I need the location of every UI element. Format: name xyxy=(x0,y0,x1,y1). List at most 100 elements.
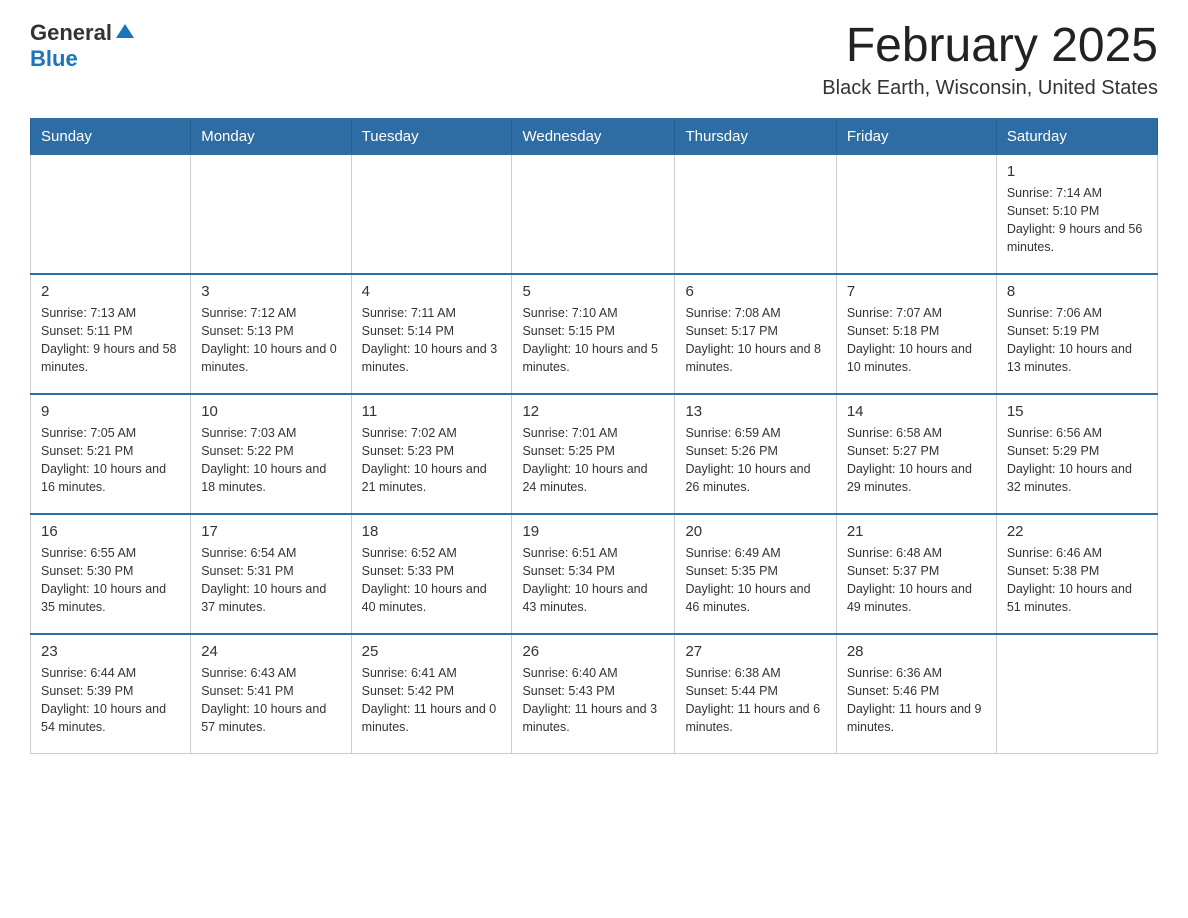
calendar-week-row: 2 Sunrise: 7:13 AMSunset: 5:11 PMDaylight… xyxy=(31,274,1158,394)
day-number: 3 xyxy=(201,283,340,300)
page-header: General Blue February 2025 Black Earth, … xyxy=(30,20,1158,100)
logo-blue: Blue xyxy=(30,46,78,72)
day-number: 16 xyxy=(41,523,180,540)
day-number: 7 xyxy=(847,283,986,300)
day-info: Sunrise: 7:02 AMSunset: 5:23 PMDaylight:… xyxy=(362,424,502,497)
day-info: Sunrise: 6:46 AMSunset: 5:38 PMDaylight:… xyxy=(1007,544,1147,617)
calendar-empty-cell xyxy=(191,154,351,274)
day-info: Sunrise: 6:44 AMSunset: 5:39 PMDaylight:… xyxy=(41,664,180,737)
day-info: Sunrise: 7:10 AMSunset: 5:15 PMDaylight:… xyxy=(522,304,664,377)
calendar-week-row: 9 Sunrise: 7:05 AMSunset: 5:21 PMDaylight… xyxy=(31,394,1158,514)
day-info: Sunrise: 6:43 AMSunset: 5:41 PMDaylight:… xyxy=(201,664,340,737)
day-info: Sunrise: 7:03 AMSunset: 5:22 PMDaylight:… xyxy=(201,424,340,497)
day-number: 25 xyxy=(362,643,502,660)
logo: General Blue xyxy=(30,20,136,72)
calendar-day-cell: 21Sunrise: 6:48 AMSunset: 5:37 PMDayligh… xyxy=(836,514,996,634)
calendar-day-cell: 12 Sunrise: 7:01 AMSunset: 5:25 PMDayligh… xyxy=(512,394,675,514)
calendar-week-row: 1 Sunrise: 7:14 AMSunset: 5:10 PMDaylight… xyxy=(31,154,1158,274)
day-info: Sunrise: 7:05 AMSunset: 5:21 PMDaylight:… xyxy=(41,424,180,497)
day-info: Sunrise: 6:40 AMSunset: 5:43 PMDaylight:… xyxy=(522,664,664,737)
calendar-header-row: SundayMondayTuesdayWednesdayThursdayFrid… xyxy=(31,119,1158,154)
calendar-day-cell: 3 Sunrise: 7:12 AMSunset: 5:13 PMDaylight… xyxy=(191,274,351,394)
day-info: Sunrise: 7:13 AMSunset: 5:11 PMDaylight:… xyxy=(41,304,180,377)
day-info: Sunrise: 7:06 AMSunset: 5:19 PMDaylight:… xyxy=(1007,304,1147,377)
day-info: Sunrise: 6:52 AMSunset: 5:33 PMDaylight:… xyxy=(362,544,502,617)
weekday-header-thursday: Thursday xyxy=(675,119,836,154)
day-number: 5 xyxy=(522,283,664,300)
calendar-day-cell: 14 Sunrise: 6:58 AMSunset: 5:27 PMDayligh… xyxy=(836,394,996,514)
day-info: Sunrise: 7:11 AMSunset: 5:14 PMDaylight:… xyxy=(362,304,502,377)
day-info: Sunrise: 6:36 AMSunset: 5:46 PMDaylight:… xyxy=(847,664,986,737)
title-block: February 2025 Black Earth, Wisconsin, Un… xyxy=(822,20,1158,100)
day-number: 18 xyxy=(362,523,502,540)
day-number: 17 xyxy=(201,523,340,540)
day-number: 15 xyxy=(1007,403,1147,420)
calendar-day-cell: 24 Sunrise: 6:43 AMSunset: 5:41 PMDayligh… xyxy=(191,634,351,754)
calendar-day-cell: 6 Sunrise: 7:08 AMSunset: 5:17 PMDaylight… xyxy=(675,274,836,394)
calendar-day-cell: 27 Sunrise: 6:38 AMSunset: 5:44 PMDayligh… xyxy=(675,634,836,754)
day-number: 11 xyxy=(362,403,502,420)
day-number: 6 xyxy=(685,283,825,300)
calendar-day-cell: 2 Sunrise: 7:13 AMSunset: 5:11 PMDaylight… xyxy=(31,274,191,394)
calendar-empty-cell xyxy=(996,634,1157,754)
calendar-day-cell: 19 Sunrise: 6:51 AMSunset: 5:34 PMDayligh… xyxy=(512,514,675,634)
weekday-header-saturday: Saturday xyxy=(996,119,1157,154)
calendar-day-cell: 28 Sunrise: 6:36 AMSunset: 5:46 PMDayligh… xyxy=(836,634,996,754)
calendar-day-cell: 26 Sunrise: 6:40 AMSunset: 5:43 PMDayligh… xyxy=(512,634,675,754)
day-info: Sunrise: 6:38 AMSunset: 5:44 PMDaylight:… xyxy=(685,664,825,737)
day-info: Sunrise: 6:41 AMSunset: 5:42 PMDaylight:… xyxy=(362,664,502,737)
calendar-empty-cell xyxy=(836,154,996,274)
day-number: 9 xyxy=(41,403,180,420)
logo-general: General xyxy=(30,20,112,46)
day-number: 24 xyxy=(201,643,340,660)
calendar-day-cell: 1 Sunrise: 7:14 AMSunset: 5:10 PMDaylight… xyxy=(996,154,1157,274)
calendar-day-cell: 20Sunrise: 6:49 AMSunset: 5:35 PMDayligh… xyxy=(675,514,836,634)
day-number: 1 xyxy=(1007,163,1147,180)
calendar-day-cell: 17 Sunrise: 6:54 AMSunset: 5:31 PMDayligh… xyxy=(191,514,351,634)
calendar-day-cell: 15 Sunrise: 6:56 AMSunset: 5:29 PMDayligh… xyxy=(996,394,1157,514)
calendar-day-cell: 8Sunrise: 7:06 AMSunset: 5:19 PMDaylight… xyxy=(996,274,1157,394)
calendar-day-cell: 25 Sunrise: 6:41 AMSunset: 5:42 PMDayligh… xyxy=(351,634,512,754)
calendar-day-cell: 13 Sunrise: 6:59 AMSunset: 5:26 PMDayligh… xyxy=(675,394,836,514)
day-number: 28 xyxy=(847,643,986,660)
weekday-header-sunday: Sunday xyxy=(31,119,191,154)
day-info: Sunrise: 7:14 AMSunset: 5:10 PMDaylight:… xyxy=(1007,184,1147,257)
day-number: 12 xyxy=(522,403,664,420)
day-info: Sunrise: 7:01 AMSunset: 5:25 PMDaylight:… xyxy=(522,424,664,497)
logo-icon xyxy=(114,20,136,42)
calendar-day-cell: 10 Sunrise: 7:03 AMSunset: 5:22 PMDayligh… xyxy=(191,394,351,514)
calendar-empty-cell xyxy=(675,154,836,274)
calendar-day-cell: 22 Sunrise: 6:46 AMSunset: 5:38 PMDayligh… xyxy=(996,514,1157,634)
day-number: 27 xyxy=(685,643,825,660)
calendar-day-cell: 4Sunrise: 7:11 AMSunset: 5:14 PMDaylight… xyxy=(351,274,512,394)
day-info: Sunrise: 6:51 AMSunset: 5:34 PMDaylight:… xyxy=(522,544,664,617)
calendar-week-row: 16 Sunrise: 6:55 AMSunset: 5:30 PMDayligh… xyxy=(31,514,1158,634)
calendar-empty-cell xyxy=(31,154,191,274)
day-info: Sunrise: 6:59 AMSunset: 5:26 PMDaylight:… xyxy=(685,424,825,497)
day-info: Sunrise: 7:08 AMSunset: 5:17 PMDaylight:… xyxy=(685,304,825,377)
day-number: 22 xyxy=(1007,523,1147,540)
day-number: 10 xyxy=(201,403,340,420)
day-number: 13 xyxy=(685,403,825,420)
weekday-header-tuesday: Tuesday xyxy=(351,119,512,154)
weekday-header-friday: Friday xyxy=(836,119,996,154)
calendar-day-cell: 7Sunrise: 7:07 AMSunset: 5:18 PMDaylight… xyxy=(836,274,996,394)
calendar-table: SundayMondayTuesdayWednesdayThursdayFrid… xyxy=(30,118,1158,755)
calendar-day-cell: 16 Sunrise: 6:55 AMSunset: 5:30 PMDayligh… xyxy=(31,514,191,634)
month-title: February 2025 xyxy=(822,20,1158,73)
day-number: 2 xyxy=(41,283,180,300)
day-number: 26 xyxy=(522,643,664,660)
day-number: 20 xyxy=(685,523,825,540)
calendar-empty-cell xyxy=(351,154,512,274)
day-info: Sunrise: 6:54 AMSunset: 5:31 PMDaylight:… xyxy=(201,544,340,617)
location-subtitle: Black Earth, Wisconsin, United States xyxy=(822,77,1158,100)
day-info: Sunrise: 6:56 AMSunset: 5:29 PMDaylight:… xyxy=(1007,424,1147,497)
day-info: Sunrise: 7:12 AMSunset: 5:13 PMDaylight:… xyxy=(201,304,340,377)
calendar-week-row: 23Sunrise: 6:44 AMSunset: 5:39 PMDayligh… xyxy=(31,634,1158,754)
weekday-header-monday: Monday xyxy=(191,119,351,154)
day-number: 21 xyxy=(847,523,986,540)
day-number: 19 xyxy=(522,523,664,540)
day-info: Sunrise: 6:55 AMSunset: 5:30 PMDaylight:… xyxy=(41,544,180,617)
day-info: Sunrise: 6:58 AMSunset: 5:27 PMDaylight:… xyxy=(847,424,986,497)
day-number: 14 xyxy=(847,403,986,420)
